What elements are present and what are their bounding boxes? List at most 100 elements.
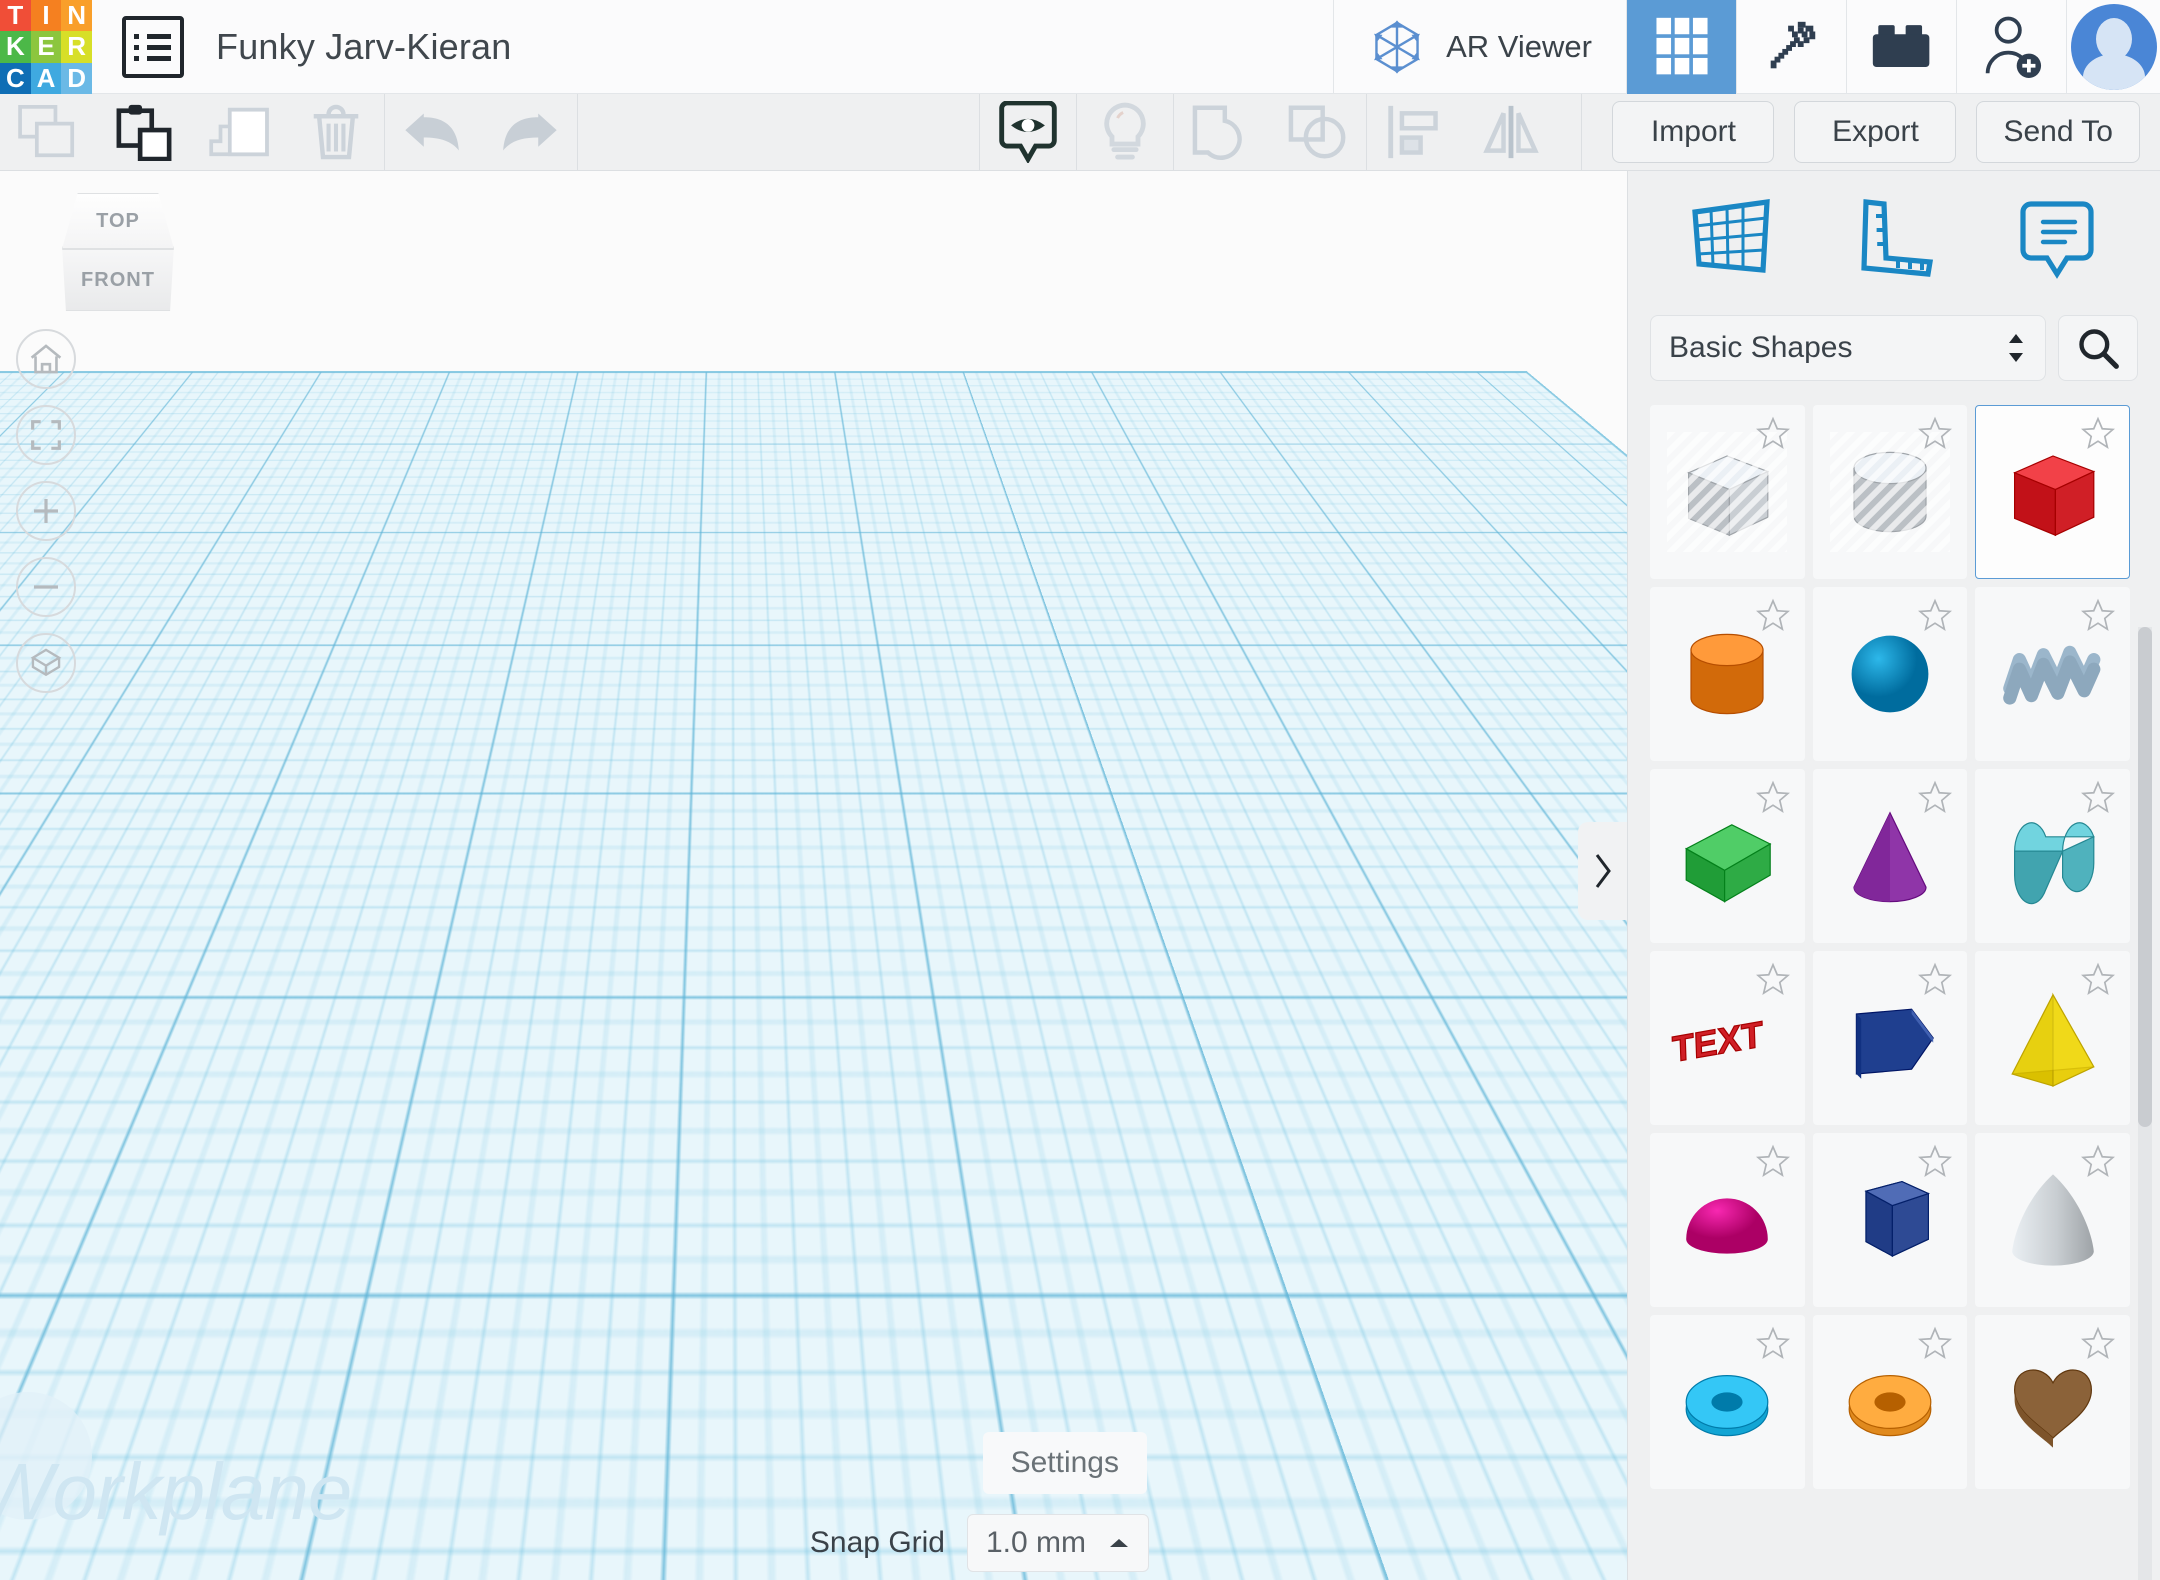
favorite-star-icon[interactable] [1918,598,1952,632]
ruler-tool-button[interactable] [1846,188,1942,284]
visibility-group [980,94,1076,171]
shape-category-row: Basic Shapes [1628,301,2160,395]
workplane-watermark: Workplane [0,1446,351,1538]
zoom-in-button[interactable] [16,481,76,541]
add-person-icon [1982,15,2042,79]
ar-cube-icon [1368,18,1426,76]
shape-item-polygon-wedge[interactable] [1813,951,1968,1125]
shape-item-cylinder-hole[interactable] [1813,405,1968,579]
fit-to-view-button[interactable] [16,405,76,465]
bricks-mode-button[interactable] [1846,0,1956,94]
shape-item-tube[interactable] [1650,1315,1805,1489]
group-button[interactable] [1174,94,1270,171]
show-hide-button[interactable] [980,94,1076,171]
favorite-star-icon[interactable] [2081,780,2115,814]
file-actions-group: Import Export Send To [1612,94,2160,171]
favorite-star-icon[interactable] [1918,1144,1952,1178]
favorite-star-icon[interactable] [1918,780,1952,814]
shapes-grid: TEXT [1628,395,2160,1489]
favorite-star-icon[interactable] [1756,598,1790,632]
ortho-perspective-button[interactable] [16,633,76,693]
3d-design-mode-button[interactable] [1626,0,1736,94]
view-cube-front-face[interactable]: FRONT [56,249,180,311]
shape-item-cone[interactable] [1813,769,1968,943]
eye-bubble-icon [999,101,1057,163]
shape-item-box-hole[interactable] [1650,405,1805,579]
shape-item-heart[interactable] [1975,1315,2130,1489]
shapes-scrollbar-thumb[interactable] [2138,627,2152,1127]
shape-item-scribble[interactable] [1975,587,2130,761]
favorite-star-icon[interactable] [1756,1326,1790,1360]
favorite-star-icon[interactable] [1918,1326,1952,1360]
snap-grid-value: 1.0 mm [986,1526,1086,1560]
logo-tile: N [61,0,92,31]
list-menu-icon[interactable] [122,16,184,78]
paste-button[interactable] [96,94,192,171]
shape-search-button[interactable] [2058,315,2138,381]
edit-actions-group [0,94,384,171]
redo-button[interactable] [481,94,577,171]
shape-item-roof[interactable] [1975,769,2130,943]
page-title: Funky Jarv-Kieran [216,26,512,68]
logo-tile: C [0,63,31,94]
shape-item-torus[interactable] [1813,1315,1968,1489]
chevron-up-icon [1108,1536,1130,1550]
chevron-updown-icon [2005,331,2027,365]
shape-category-select[interactable]: Basic Shapes [1650,315,2046,381]
shape-item-sphere[interactable] [1813,587,1968,761]
shapes-panel: Basic Shapes [1627,171,2160,1580]
zoom-out-button[interactable] [16,557,76,617]
favorite-star-icon[interactable] [2081,1326,2115,1360]
shape-item-box[interactable] [1975,405,2130,579]
favorite-star-icon[interactable] [2081,598,2115,632]
favorite-star-icon[interactable] [1756,416,1790,450]
favorite-star-icon[interactable] [1756,1144,1790,1178]
invite-people-button[interactable] [1956,0,2066,94]
workplane-tool-button[interactable] [1683,188,1779,284]
mirror-button[interactable] [1463,94,1559,171]
favorite-star-icon[interactable] [1756,962,1790,996]
shape-item-wedge-green[interactable] [1650,769,1805,943]
design-canvas[interactable]: Workplane TOP FRONT [0,171,1627,1580]
ungroup-button[interactable] [1270,94,1366,171]
settings-button[interactable]: Settings [983,1432,1147,1494]
snap-grid-label: Snap Grid [810,1526,945,1560]
import-button[interactable]: Import [1612,101,1774,163]
favorite-star-icon[interactable] [1918,416,1952,450]
ar-viewer-button[interactable]: AR Viewer [1333,0,1626,94]
user-avatar-button[interactable] [2066,0,2160,93]
logo-tile: E [31,31,62,62]
logo-tile: A [31,63,62,94]
shape-item-cylinder[interactable] [1650,587,1805,761]
home-icon [29,343,63,375]
shape-item-pyramid[interactable] [1975,951,2130,1125]
favorite-star-icon[interactable] [2081,416,2115,450]
snap-grid-select[interactable]: 1.0 mm [967,1514,1149,1572]
shape-item-hexagonal-prism[interactable] [1813,1133,1968,1307]
avatar [2071,4,2157,90]
export-button[interactable]: Export [1794,101,1956,163]
favorite-star-icon[interactable] [2081,962,2115,996]
shape-item-text[interactable]: TEXT [1650,951,1805,1125]
send-to-button[interactable]: Send To [1976,101,2140,163]
note-tool-button[interactable] [2009,188,2105,284]
delete-button[interactable] [288,94,384,171]
light-button[interactable] [1077,94,1173,171]
copy-button[interactable] [0,94,96,171]
align-button[interactable] [1367,94,1463,171]
shape-item-paraboloid[interactable] [1975,1133,2130,1307]
view-cube-top-face[interactable]: TOP [62,193,174,249]
workplane-grid[interactable] [0,371,1627,1580]
tinkercad-logo[interactable]: T I N K E R C A D [0,0,92,94]
undo-button[interactable] [385,94,481,171]
favorite-star-icon[interactable] [1918,962,1952,996]
panel-collapse-toggle[interactable] [1578,822,1627,920]
home-view-button[interactable] [16,329,76,389]
favorite-star-icon[interactable] [1756,780,1790,814]
favorite-star-icon[interactable] [2081,1144,2115,1178]
view-cube[interactable]: TOP FRONT [48,193,188,315]
shape-item-half-sphere[interactable] [1650,1133,1805,1307]
minecraft-mode-button[interactable] [1736,0,1846,94]
duplicate-button[interactable] [192,94,288,171]
svg-text:TEXT: TEXT [1672,1013,1764,1070]
